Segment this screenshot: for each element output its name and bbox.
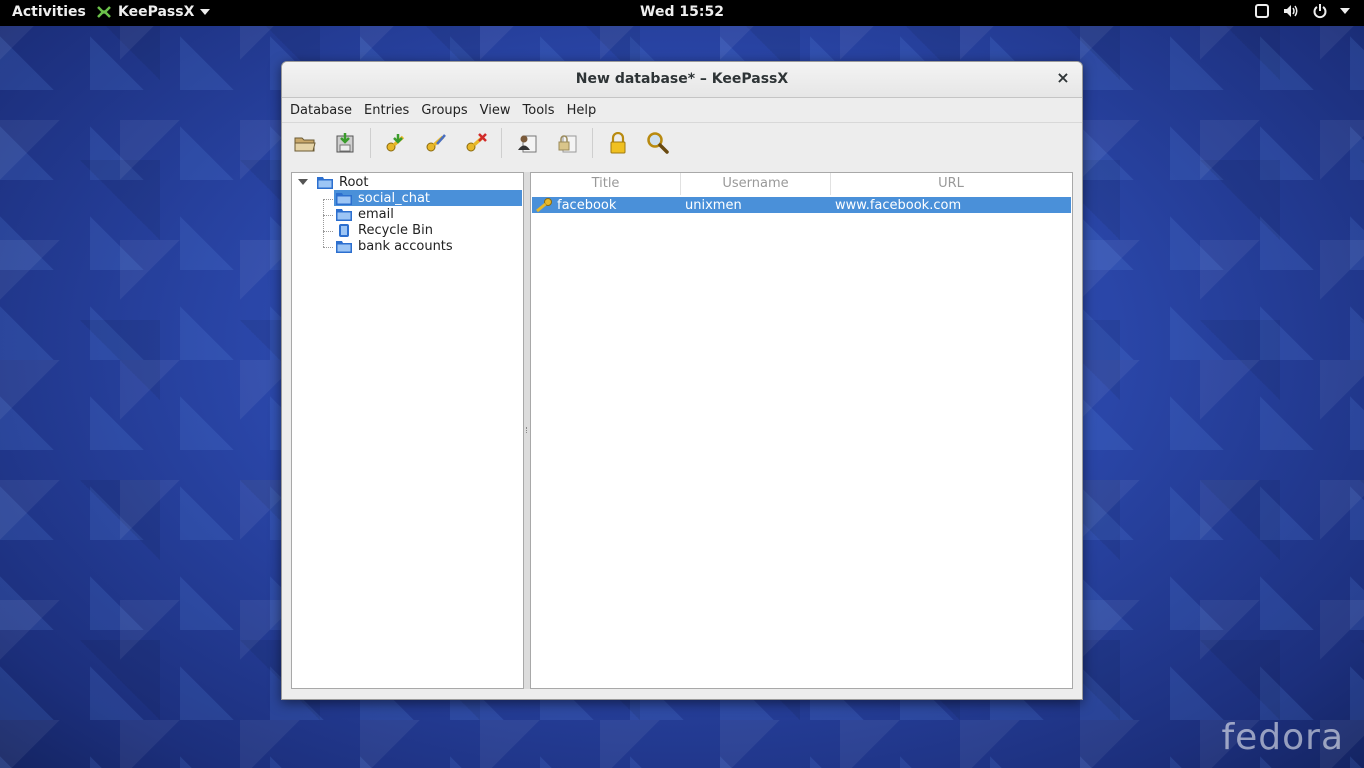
activities-button[interactable]: Activities: [12, 4, 86, 20]
keepassx-window: New database* – KeePassX × Database Entr…: [281, 61, 1083, 700]
keepassx-app-icon: [97, 6, 111, 18]
tree-item-email[interactable]: email: [336, 206, 394, 222]
entry-list[interactable]: Title Username URL facebook unixmen www.…: [530, 172, 1073, 689]
copy-password-button[interactable]: [552, 128, 582, 158]
tree-item-bank-accounts[interactable]: bank accounts: [336, 238, 453, 254]
add-entry-button[interactable]: [381, 128, 411, 158]
window-title: New database* – KeePassX: [575, 71, 789, 87]
folder-icon: [336, 240, 352, 253]
recycle-bin-icon: [339, 223, 349, 237]
window-overview-icon: [1255, 4, 1269, 18]
column-header-username[interactable]: Username: [681, 173, 831, 195]
folder-icon: [317, 176, 333, 189]
search-button[interactable]: [643, 128, 673, 158]
menu-groups[interactable]: Groups: [417, 103, 471, 118]
tree-item-root[interactable]: Root: [317, 174, 368, 190]
status-menu[interactable]: [1254, 3, 1350, 19]
expand-arrow-icon[interactable]: [298, 179, 308, 185]
tree-item-label: Root: [339, 174, 369, 190]
fedora-watermark: fedora: [1221, 717, 1344, 758]
menu-bar: Database Entries Groups View Tools Help: [282, 98, 1082, 123]
copy-username-icon: [518, 135, 537, 153]
toolbar-separator: [370, 128, 371, 158]
tree-item-label: social_chat: [358, 190, 431, 206]
menu-help[interactable]: Help: [563, 103, 601, 118]
app-name: KeePassX: [118, 4, 195, 20]
folder-icon: [336, 192, 352, 205]
delete-entry-icon: [466, 133, 487, 152]
edit-entry-button[interactable]: [421, 128, 451, 158]
toolbar-separator: [501, 128, 502, 158]
open-database-icon: [294, 137, 316, 152]
entry-list-header: Title Username URL: [531, 173, 1072, 195]
chevron-down-icon: [1340, 8, 1350, 14]
group-tree[interactable]: Root social_chat email Recycle Bin bank …: [291, 172, 524, 689]
main-panes: Root social_chat email Recycle Bin bank …: [291, 172, 1073, 689]
add-entry-icon: [386, 134, 405, 152]
volume-icon: [1284, 5, 1298, 17]
table-row[interactable]: facebook unixmen www.facebook.com: [532, 197, 1071, 213]
save-database-icon: [336, 133, 354, 153]
tree-item-label: bank accounts: [358, 238, 453, 254]
toolbar-separator: [592, 128, 593, 158]
save-database-button[interactable]: [330, 128, 360, 158]
open-database-button[interactable]: [290, 128, 320, 158]
menu-entries[interactable]: Entries: [360, 103, 413, 118]
copy-password-icon: [558, 135, 577, 153]
top-bar: Activities KeePassX Wed 15:52: [0, 0, 1364, 26]
close-button[interactable]: ×: [1054, 69, 1072, 87]
tree-item-social-chat[interactable]: social_chat: [334, 190, 522, 206]
search-icon: [647, 132, 669, 154]
delete-entry-button[interactable]: [461, 128, 491, 158]
toolbar: [282, 123, 1082, 163]
menu-tools[interactable]: Tools: [519, 103, 559, 118]
column-header-title[interactable]: Title: [531, 173, 681, 195]
column-header-url[interactable]: URL: [831, 173, 1071, 195]
copy-username-button[interactable]: [512, 128, 542, 158]
power-icon: [1313, 4, 1327, 19]
entry-title: facebook: [557, 197, 617, 213]
app-menu-button[interactable]: KeePassX: [96, 4, 211, 20]
lock-database-button[interactable]: [603, 128, 633, 158]
tree-item-recycle-bin[interactable]: Recycle Bin: [336, 222, 433, 238]
clock[interactable]: Wed 15:52: [640, 4, 724, 20]
lock-icon: [610, 132, 626, 154]
key-icon: [536, 198, 552, 212]
folder-icon: [336, 208, 352, 221]
menu-database[interactable]: Database: [286, 103, 356, 118]
tree-item-label: Recycle Bin: [358, 222, 433, 238]
entry-title-cell: facebook: [532, 198, 682, 213]
menu-view[interactable]: View: [476, 103, 515, 118]
entry-username: unixmen: [685, 197, 742, 213]
window-titlebar[interactable]: New database* – KeePassX ×: [282, 62, 1082, 98]
entry-url: www.facebook.com: [835, 197, 962, 213]
chevron-down-icon: [200, 9, 211, 15]
tree-item-label: email: [358, 206, 394, 222]
edit-entry-icon: [426, 134, 446, 152]
